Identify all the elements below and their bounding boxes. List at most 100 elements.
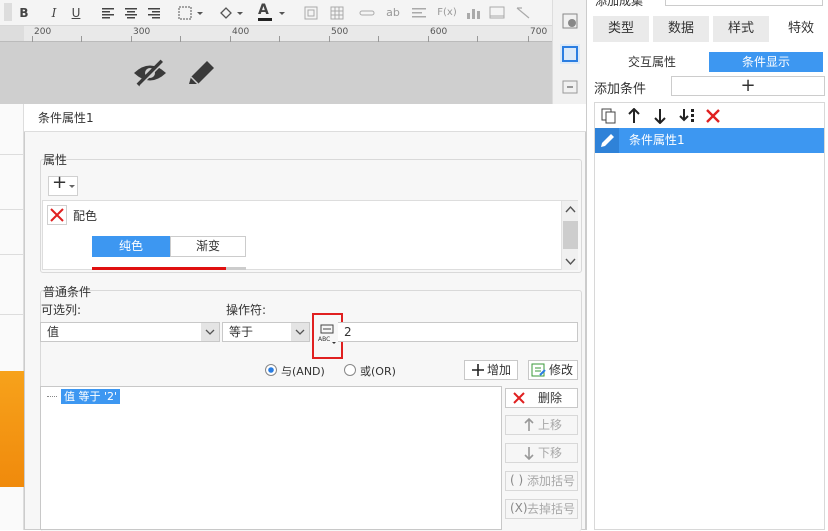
remove-attribute-icon[interactable] — [47, 205, 67, 225]
move-down-button[interactable]: 下移 — [505, 443, 578, 463]
move-down-label: 下移 — [538, 446, 563, 460]
chevron-down-icon — [291, 323, 309, 341]
text-size-button[interactable]: ab — [382, 3, 404, 23]
chevron-down-icon — [201, 323, 219, 341]
ruler-label: 300 — [133, 27, 151, 37]
color-swatch-dropdown[interactable] — [226, 267, 246, 270]
add-button[interactable]: 增加 — [464, 360, 518, 380]
add-bracket-label: 添加括号 — [527, 474, 576, 488]
move-up-label: 上移 — [538, 418, 563, 432]
ruler-corner — [0, 26, 24, 42]
italic-button[interactable]: I — [46, 3, 62, 23]
ruler-label: 200 — [34, 27, 52, 37]
attribute-list: 配色 纯色 渐变 — [42, 200, 578, 270]
fill-color-icon[interactable] — [217, 3, 245, 23]
panel-tabs: 类型 数据 样式 特效 — [593, 16, 828, 42]
list-item[interactable]: 条件属性1 — [595, 128, 824, 153]
move-down-icon[interactable] — [653, 108, 667, 127]
modify-button[interactable]: 修改 — [528, 360, 578, 380]
and-label: 与(AND) — [281, 365, 325, 378]
horizontal-ruler: 200 300 400 500 600 700 — [24, 26, 552, 42]
canvas-area — [0, 42, 552, 104]
add-button-label: 增加 — [487, 363, 512, 377]
ruler-label: 500 — [331, 27, 349, 37]
condition-expression-list[interactable]: 值 等于 '2' — [40, 386, 502, 530]
selected-color-swatch[interactable] — [92, 267, 226, 270]
pencil-icon[interactable] — [185, 58, 217, 91]
operator-label: 操作符: — [226, 303, 267, 317]
operator-select[interactable]: 等于 — [222, 322, 310, 342]
subtab-condition-display[interactable]: 条件显示 — [709, 52, 823, 72]
remove-bracket-button[interactable]: (X) 去掉括号 — [505, 499, 578, 519]
align-right-icon[interactable] — [146, 3, 162, 23]
move-up-icon[interactable] — [627, 107, 641, 127]
align-center-icon[interactable] — [123, 3, 139, 23]
column-select[interactable]: 值 — [40, 322, 220, 342]
delete-condition-button[interactable]: 删除 — [505, 388, 578, 408]
toolbar: B I U A ab F(x) — [0, 0, 552, 26]
bold-button[interactable]: B — [16, 3, 32, 23]
or-radio[interactable] — [343, 363, 357, 380]
tree-connector — [47, 396, 57, 397]
and-radio[interactable] — [264, 363, 278, 380]
right-properties-panel: 添加成集 类型 数据 样式 特效 交互属性 条件显示 添加条件 + 条件属性1 — [586, 0, 828, 530]
edit-icon — [595, 128, 619, 153]
image-icon[interactable] — [488, 3, 506, 23]
tab-type[interactable]: 类型 — [593, 16, 649, 42]
underline-button[interactable]: U — [68, 3, 84, 23]
top-partial-input[interactable] — [665, 0, 823, 6]
attribute-scrollbar[interactable] — [561, 201, 578, 270]
widget-settings-icon[interactable] — [560, 44, 580, 64]
add-condition-button[interactable]: + — [671, 76, 825, 96]
subtab-interaction[interactable]: 交互属性 — [595, 52, 709, 72]
chart-icon[interactable] — [464, 3, 482, 23]
orange-chart-bar — [0, 371, 24, 487]
info-icon[interactable] — [562, 13, 578, 32]
attribute-group-label: 属性 — [43, 153, 68, 167]
formula-button[interactable]: F(x) — [436, 3, 458, 23]
align-left-icon[interactable] — [100, 3, 116, 23]
move-bottom-icon[interactable] — [679, 108, 695, 127]
delete-condition-label: 删除 — [538, 391, 563, 405]
paragraph-icon[interactable] — [410, 3, 428, 23]
remove-bracket-icon: (X) — [510, 501, 528, 515]
link-icon[interactable] — [358, 3, 376, 23]
dialog-title: 条件属性1 — [24, 104, 586, 132]
frame-icon[interactable] — [302, 3, 320, 23]
modify-button-label: 修改 — [549, 363, 574, 377]
attribute-item-label: 配色 — [73, 209, 98, 223]
remove-bracket-label: 去掉括号 — [527, 502, 576, 516]
tab-solid-color[interactable]: 纯色 — [92, 236, 170, 257]
panel-icon[interactable] — [562, 80, 578, 97]
slash-icon[interactable] — [514, 3, 532, 23]
list-item-label: 条件属性1 — [629, 133, 685, 147]
tab-style[interactable]: 样式 — [713, 16, 769, 42]
font-color-button[interactable]: A — [256, 2, 288, 23]
ruler-label: 400 — [232, 27, 250, 37]
copy-icon[interactable] — [601, 108, 617, 127]
condition-list-box: 条件属性1 — [594, 102, 825, 530]
eye-hidden-icon[interactable] — [132, 58, 168, 91]
value-input[interactable]: 2 — [338, 322, 578, 342]
operator-select-value: 等于 — [229, 325, 254, 339]
bracket-icon: ( ) — [510, 473, 524, 487]
border-icon[interactable] — [177, 3, 205, 23]
tab-gradient[interactable]: 渐变 — [170, 236, 246, 257]
normal-condition-label: 普通条件 — [43, 285, 92, 299]
toolbar-grip — [4, 3, 12, 21]
tab-data[interactable]: 数据 — [653, 16, 709, 42]
table-icon[interactable] — [328, 3, 346, 23]
add-condition-label: 添加条件 — [594, 82, 647, 97]
tab-effects[interactable]: 特效 — [773, 16, 828, 42]
ruler-label: 600 — [430, 27, 448, 37]
column-label: 可选列: — [41, 303, 82, 317]
condition-expression-item[interactable]: 值 等于 '2' — [61, 389, 121, 404]
move-up-button[interactable]: 上移 — [505, 415, 578, 435]
or-label: 或(OR) — [360, 365, 396, 378]
column-select-value: 值 — [47, 325, 60, 339]
svg-text:ABC: ABC — [318, 336, 330, 343]
delete-icon[interactable] — [705, 108, 721, 127]
top-partial-label: 添加成集 — [595, 0, 644, 8]
add-bracket-button[interactable]: ( ) 添加括号 — [505, 471, 578, 491]
add-attribute-button[interactable]: + — [48, 174, 78, 196]
